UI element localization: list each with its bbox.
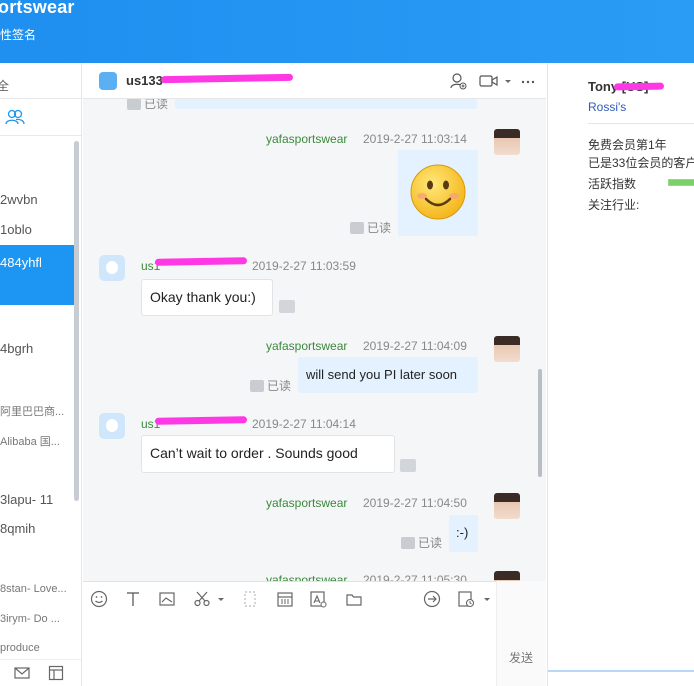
document-text-icon[interactable] bbox=[309, 590, 327, 608]
member-rank: 已是33位会员的客户 bbox=[588, 156, 694, 170]
image-icon[interactable] bbox=[158, 590, 176, 608]
folder-icon[interactable] bbox=[345, 590, 363, 608]
divider bbox=[0, 135, 81, 136]
send-button[interactable]: 发送 bbox=[509, 649, 533, 666]
message-time: 2019-2-27 11:04:14 bbox=[252, 417, 356, 431]
message-time: 2019-2-27 11:04:50 bbox=[363, 496, 467, 510]
contact-item[interactable]: 2wvbn bbox=[0, 192, 78, 207]
group-contacts-icon[interactable] bbox=[5, 109, 25, 125]
message-bubble[interactable]: :-) bbox=[449, 515, 478, 552]
contact-item[interactable]: 1oblo bbox=[0, 222, 78, 237]
sender-name: yafasportswear bbox=[266, 339, 348, 353]
contact-item[interactable]: 8stan- Love... bbox=[0, 583, 78, 595]
panel-footer bbox=[548, 670, 694, 686]
app-header: ortswear 性签名 bbox=[0, 0, 694, 63]
chevron-down-icon[interactable] bbox=[216, 590, 226, 608]
contact-avatar[interactable] bbox=[99, 255, 125, 281]
message-list[interactable]: 已读 yafasportswear 2019-2-27 11:03:14 已读 … bbox=[83, 99, 546, 581]
chat-header: us133 bbox=[83, 63, 546, 99]
contact-item[interactable]: 4bgrh bbox=[0, 341, 78, 356]
add-contact-icon[interactable] bbox=[449, 72, 467, 90]
screen-capture-icon[interactable] bbox=[241, 590, 259, 608]
chevron-down-icon[interactable] bbox=[503, 72, 513, 90]
calendar-icon[interactable] bbox=[276, 590, 294, 608]
filter-label[interactable]: 全 bbox=[0, 77, 9, 94]
account-signature[interactable]: 性签名 bbox=[0, 26, 36, 43]
sender-name: yafasportswear bbox=[266, 132, 348, 146]
chat-panel: us133 已读 yafasportswear 2019-2-27 11:03:… bbox=[83, 63, 546, 686]
message-bubble[interactable] bbox=[398, 150, 478, 236]
chat-contact-title: us133 bbox=[126, 73, 163, 88]
redaction-mark bbox=[160, 73, 294, 84]
redaction-mark bbox=[154, 416, 248, 425]
history-icon[interactable] bbox=[457, 590, 475, 608]
message-bubble[interactable]: Can’t wait to order . Sounds good bbox=[141, 435, 395, 473]
redaction-mark bbox=[613, 82, 665, 91]
my-avatar[interactable] bbox=[494, 129, 520, 155]
contact-avatar[interactable] bbox=[99, 72, 117, 90]
contact-avatar[interactable] bbox=[99, 413, 125, 439]
account-name: ortswear bbox=[0, 0, 75, 17]
contact-item[interactable]: Alibaba 国... bbox=[0, 433, 78, 449]
video-call-icon[interactable] bbox=[479, 72, 499, 90]
smiley-emoji-icon bbox=[410, 164, 466, 220]
more-options-icon[interactable] bbox=[521, 72, 535, 90]
message-time: 2019-2-27 11:05:30 bbox=[363, 573, 467, 581]
read-status: 已读 bbox=[350, 219, 391, 236]
contact-item[interactable]: 3lapu- 11 bbox=[0, 492, 78, 507]
contact-item[interactable]: 8qmih bbox=[0, 521, 78, 536]
font-icon[interactable] bbox=[124, 590, 142, 608]
sender-name: yafasportswear bbox=[266, 496, 348, 510]
scissors-icon[interactable] bbox=[193, 590, 211, 608]
contact-item-selected[interactable]: 484yhfl bbox=[0, 245, 78, 305]
industry-label: 关注行业: bbox=[588, 198, 640, 212]
activity-label: 活跃指数 bbox=[588, 177, 637, 191]
sender-name: yafasportswear bbox=[266, 573, 348, 581]
left-bottom-bar bbox=[0, 659, 81, 686]
message-time: 2019-2-27 11:03:59 bbox=[252, 259, 356, 273]
read-status: 已读 bbox=[401, 534, 442, 551]
message-more-button[interactable] bbox=[279, 300, 295, 313]
contact-list-panel: 全 2wvbn 1oblo 484yhfl 4bgrh 阿里巴巴商... Ali… bbox=[0, 63, 82, 686]
profile-company[interactable]: Rossi's bbox=[588, 100, 626, 114]
message-more-button[interactable] bbox=[400, 459, 416, 472]
redaction-mark bbox=[154, 257, 248, 266]
emoji-icon[interactable] bbox=[90, 590, 108, 608]
message-scrollbar[interactable] bbox=[538, 369, 542, 477]
message-bubble-partial bbox=[175, 99, 477, 109]
message-time: 2019-2-27 11:04:09 bbox=[363, 339, 467, 353]
divider bbox=[0, 98, 81, 99]
chevron-down-icon[interactable] bbox=[482, 590, 492, 608]
window-icon[interactable] bbox=[48, 665, 64, 681]
contact-list-scrollbar[interactable] bbox=[74, 141, 79, 501]
read-status: 已读 bbox=[127, 99, 168, 112]
message-time: 2019-2-27 11:03:14 bbox=[363, 132, 467, 146]
quick-reply-icon[interactable] bbox=[423, 590, 441, 608]
input-toolbar bbox=[83, 581, 546, 615]
message-input[interactable] bbox=[83, 615, 496, 686]
my-avatar[interactable] bbox=[494, 571, 520, 581]
my-avatar[interactable] bbox=[494, 336, 520, 362]
profile-panel: Tony [US] Rossi's 免费会员第1年 已是33位会员的客户 活跃指… bbox=[547, 63, 694, 686]
message-bubble[interactable]: Okay thank you:) bbox=[141, 279, 273, 316]
divider bbox=[588, 123, 694, 124]
contact-item[interactable]: 阿里巴巴商... bbox=[0, 403, 78, 419]
member-info: 免费会员第1年 bbox=[588, 138, 667, 152]
contact-item[interactable]: produce bbox=[0, 642, 78, 654]
contact-item[interactable]: 3irym- Do ... bbox=[0, 613, 78, 625]
message-bubble[interactable]: will send you PI later soon bbox=[298, 357, 478, 393]
my-avatar[interactable] bbox=[494, 493, 520, 519]
mail-icon[interactable] bbox=[14, 666, 30, 680]
send-area: 发送 bbox=[496, 581, 546, 686]
read-status: 已读 bbox=[250, 377, 291, 394]
activity-level-bar bbox=[668, 179, 694, 186]
